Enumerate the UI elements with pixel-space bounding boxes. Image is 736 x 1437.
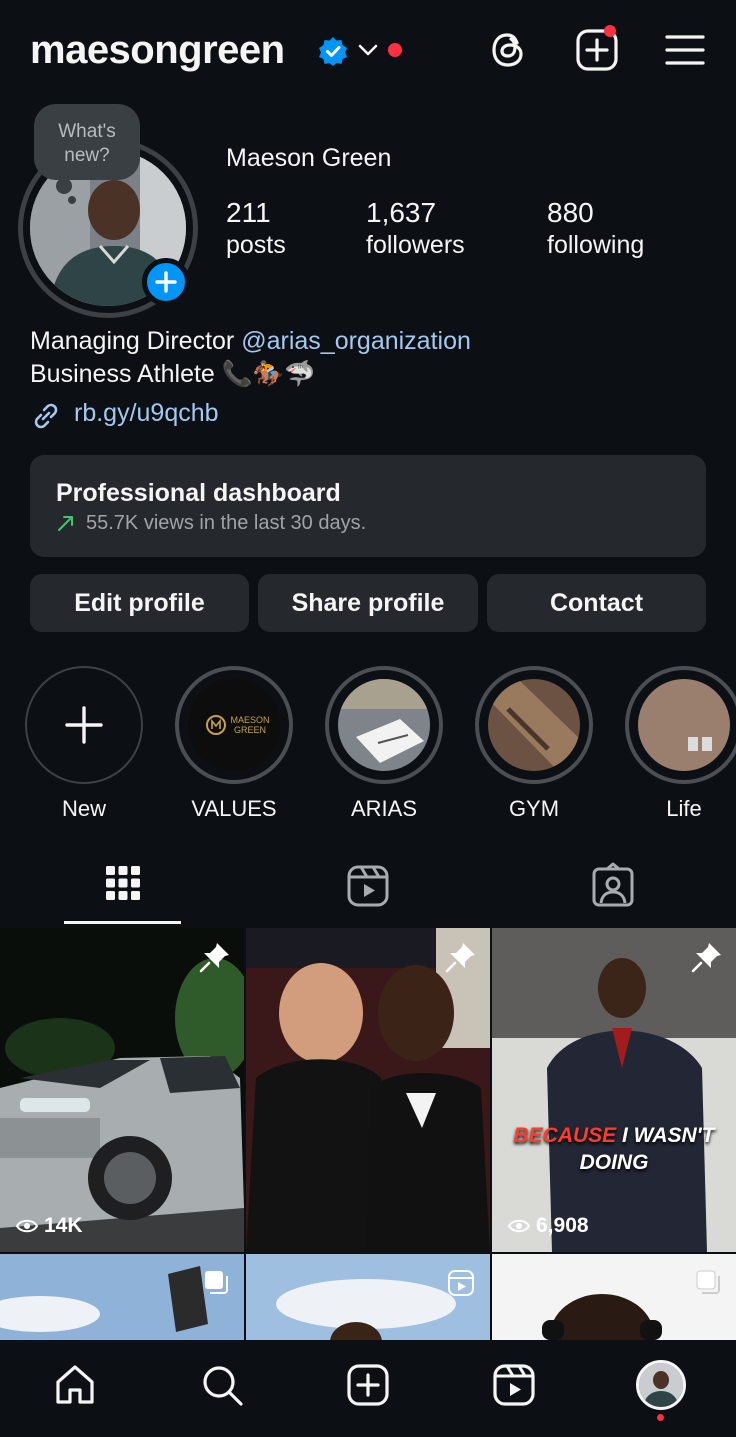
reel-icon — [448, 1270, 474, 1296]
posts-label: posts — [226, 231, 286, 259]
plus-icon — [65, 706, 103, 744]
post-tile[interactable] — [246, 928, 490, 1252]
reel-caption-text: I WASN'T — [616, 1124, 715, 1147]
carousel-icon — [205, 1271, 228, 1294]
grid-icon[interactable] — [99, 862, 147, 910]
dashboard-title: Professional dashboard — [56, 479, 341, 507]
highlight-cover: MAESON GREEN — [188, 679, 280, 771]
chevron-down-icon[interactable] — [358, 42, 378, 58]
dashboard-subtitle: 55.7K views in the last 30 days. — [86, 512, 367, 534]
following-stat[interactable]: 880 following — [547, 197, 644, 260]
active-tab-indicator — [64, 921, 181, 924]
professional-dashboard-card[interactable]: Professional dashboard 55.7K views in th… — [30, 455, 706, 557]
trending-up-icon — [58, 516, 73, 531]
highlight-ring: MAESON GREEN — [175, 666, 293, 784]
eye-icon — [508, 1219, 530, 1233]
highlight-label: Life — [666, 796, 702, 821]
tagged-tab-icon[interactable] — [589, 862, 637, 910]
profile-bio: Managing Director @arias_organization Bu… — [30, 325, 471, 391]
profile-username[interactable]: maesongreen — [30, 28, 285, 73]
top-bar: maesongreen — [0, 0, 736, 100]
reel-caption-line-2: DOING — [579, 1151, 649, 1174]
post-tile[interactable] — [0, 1254, 244, 1340]
edit-profile-button[interactable]: Edit profile — [30, 574, 249, 632]
following-label: following — [547, 231, 645, 259]
highlight-label: GYM — [508, 796, 560, 821]
note-bubble-tail — [56, 178, 72, 194]
pin-icon — [691, 943, 721, 973]
reel-caption-line-1: BECAUSE I WASN'T — [492, 1124, 736, 1148]
highlight-life[interactable]: Life — [625, 666, 736, 822]
search-icon[interactable] — [199, 1362, 245, 1408]
pin-icon — [199, 943, 229, 973]
followers-count: 1,637 — [366, 197, 437, 228]
highlight-cover — [488, 679, 580, 771]
highlight-ring — [325, 666, 443, 784]
highlight-gym[interactable]: GYM — [475, 666, 593, 822]
post-thumbnail-car — [0, 928, 244, 1252]
post-tile[interactable] — [492, 1254, 736, 1340]
highlight-new[interactable]: New — [25, 666, 143, 822]
followers-stat[interactable]: 1,637 followers — [366, 197, 465, 260]
posts-count: 211 — [226, 197, 271, 228]
pin-icon — [445, 943, 475, 973]
highlight-label: New — [61, 796, 106, 821]
reels-icon[interactable] — [491, 1362, 537, 1408]
post-thumbnail-photo — [246, 928, 490, 1252]
bottom-navigation — [0, 1340, 736, 1437]
highlight-label: VALUES — [191, 796, 277, 821]
highlight-values[interactable]: MAESON GREEN VALUES — [175, 666, 293, 822]
home-icon[interactable] — [52, 1362, 98, 1408]
highlight-cover — [338, 679, 430, 771]
note-bubble[interactable]: What's new? — [34, 104, 140, 180]
verified-badge-icon — [319, 37, 347, 66]
reels-tab-icon[interactable] — [344, 862, 392, 910]
create-icon[interactable] — [345, 1362, 391, 1408]
post-tile[interactable]: 14K — [0, 928, 244, 1252]
highlight-cover-text: MAESON GREEN — [230, 715, 270, 735]
highlight-ring — [625, 666, 736, 784]
view-count-value: 14K — [44, 1214, 83, 1237]
bio-website-link[interactable]: rb.gy/u9qchb — [74, 399, 219, 428]
highlight-ring — [475, 666, 593, 784]
account-notification-dot — [388, 43, 402, 57]
view-count-value: 6,908 — [536, 1214, 589, 1237]
bio-line-1: Managing Director @arias_organization — [30, 325, 471, 358]
share-profile-button[interactable]: Share profile — [258, 574, 478, 632]
followers-label: followers — [366, 231, 465, 259]
link-icon — [34, 403, 58, 429]
post-thumbnail-white — [492, 1254, 736, 1340]
new-highlight-ring — [25, 666, 143, 784]
plus-icon — [155, 271, 177, 293]
highlight-label: ARIAS — [350, 796, 418, 821]
post-thumbnail-reel — [492, 928, 736, 1252]
reel-caption-highlight: BECAUSE — [513, 1124, 617, 1147]
bio-title: Managing Director — [30, 327, 242, 355]
eye-icon — [16, 1219, 38, 1233]
post-thumbnail-sky — [0, 1254, 244, 1340]
post-tile[interactable] — [246, 1254, 490, 1340]
carousel-icon — [696, 1270, 720, 1294]
profile-notification-dot — [657, 1414, 664, 1421]
profile-full-name: Maeson Green — [226, 144, 392, 172]
note-bubble-tail-small — [68, 196, 76, 204]
posts-stat[interactable]: 211 posts — [226, 197, 286, 260]
contact-button[interactable]: Contact — [487, 574, 706, 632]
threads-icon[interactable] — [486, 28, 530, 72]
profile-tab-avatar[interactable] — [636, 1360, 686, 1410]
create-notification-dot — [604, 25, 616, 37]
following-count: 880 — [547, 197, 594, 228]
menu-icon[interactable] — [663, 28, 707, 72]
highlight-arias[interactable]: ARIAS — [325, 666, 443, 822]
view-count: 14K — [16, 1214, 83, 1238]
highlight-cover — [638, 679, 730, 771]
bio-mention-link[interactable]: @arias_organization — [241, 327, 471, 355]
bio-line-2: Business Athlete 📞🏇🦈 — [30, 360, 316, 388]
post-tile[interactable]: BECAUSE I WASN'T DOING 6,908 — [492, 928, 736, 1252]
view-count: 6,908 — [508, 1214, 589, 1238]
add-story-button[interactable] — [142, 258, 190, 306]
